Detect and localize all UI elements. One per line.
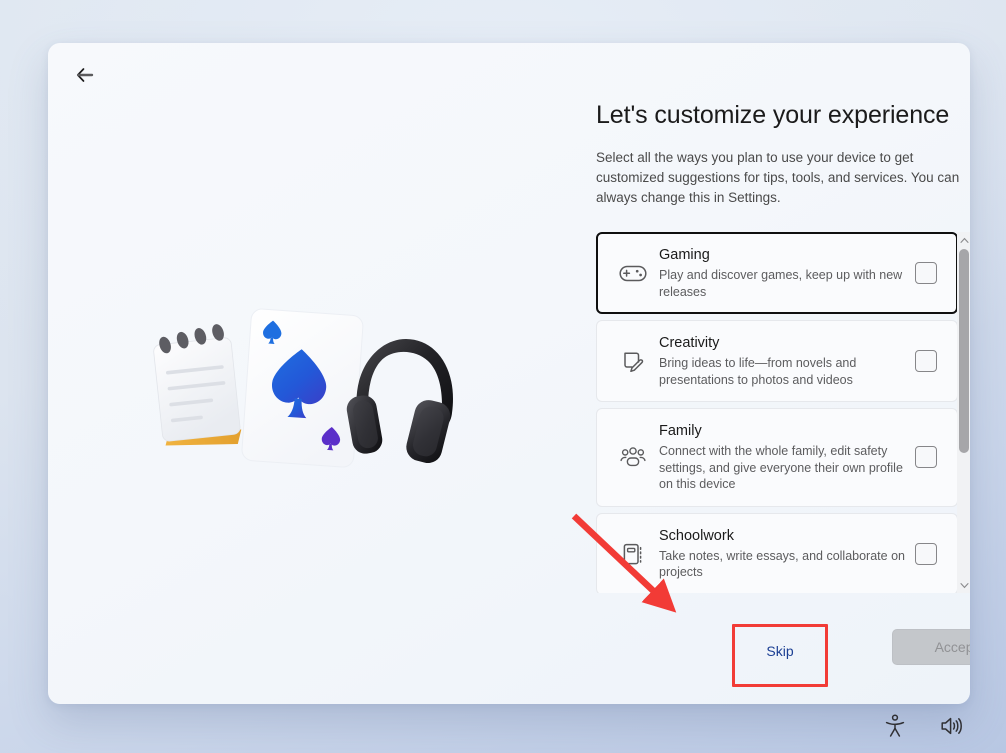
option-title: Gaming	[659, 247, 710, 263]
game-controller-icon	[607, 255, 659, 291]
notebook-icon	[607, 536, 659, 572]
option-checkbox-creativity[interactable]	[915, 350, 937, 372]
accept-button[interactable]: Accept	[892, 629, 970, 665]
speaker-volume-icon[interactable]	[936, 711, 966, 741]
option-description: Connect with the whole family, edit safe…	[659, 444, 903, 491]
page-description: Select all the ways you plan to use your…	[596, 150, 960, 205]
option-card-gaming[interactable]: Gaming Play and discover games, keep up …	[596, 232, 958, 314]
option-description: Bring ideas to life—from novels and pres…	[659, 356, 857, 387]
option-title: Creativity	[659, 335, 720, 351]
skip-button[interactable]: Skip	[736, 629, 824, 673]
options-scroll-viewport: Gaming Play and discover games, keep up …	[596, 232, 958, 593]
customize-experience-illustration	[136, 295, 466, 495]
option-text-schoolwork: Schoolwork Take notes, write essays, and…	[659, 527, 915, 581]
action-buttons-row: Skip Accept	[596, 621, 970, 687]
option-title: Schoolwork	[659, 527, 734, 544]
oobe-setup-card: Let's customize your experience Select a…	[48, 43, 970, 704]
option-card-family[interactable]: Family Connect with the whole family, ed…	[596, 408, 958, 507]
accessibility-icon[interactable]	[880, 711, 910, 741]
system-tray	[880, 711, 966, 741]
option-text-gaming: Gaming Play and discover games, keep up …	[659, 246, 915, 300]
option-checkbox-schoolwork[interactable]	[915, 542, 937, 565]
option-text-family: Family Connect with the whole family, ed…	[659, 422, 915, 493]
options-list-area: Gaming Play and discover games, keep up …	[596, 232, 970, 593]
options-scrollbar[interactable]	[957, 232, 970, 593]
option-card-creativity[interactable]: Creativity Bring ideas to life—from nove…	[596, 320, 958, 402]
option-title: Family	[659, 423, 702, 439]
option-card-schoolwork[interactable]: Schoolwork Take notes, write essays, and…	[596, 512, 958, 593]
page-title: Let's customize your experience	[596, 101, 950, 129]
page-edit-icon	[607, 343, 659, 379]
illustration-panel	[48, 43, 548, 704]
scrollbar-thumb[interactable]	[959, 249, 969, 453]
option-checkbox-family[interactable]	[915, 446, 937, 469]
option-description: Take notes, write essays, and collaborat…	[659, 548, 905, 580]
people-group-icon	[607, 439, 659, 475]
chevron-down-icon[interactable]	[957, 578, 970, 592]
chevron-up-icon[interactable]	[957, 233, 970, 247]
option-description: Play and discover games, keep up with ne…	[659, 268, 903, 299]
option-checkbox-gaming[interactable]	[915, 262, 937, 284]
setup-content-panel: Let's customize your experience Select a…	[548, 43, 970, 704]
option-text-creativity: Creativity Bring ideas to life—from nove…	[659, 334, 915, 388]
